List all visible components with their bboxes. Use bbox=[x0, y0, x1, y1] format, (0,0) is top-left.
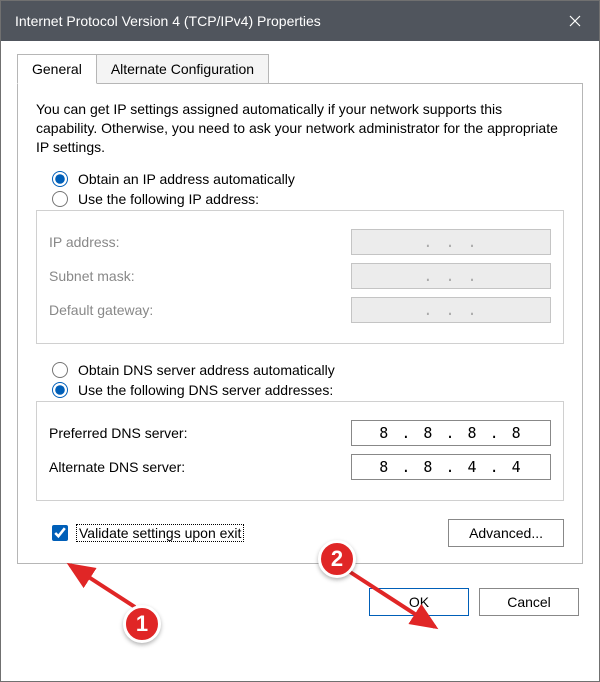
radio-ip-manual-input[interactable] bbox=[52, 191, 68, 207]
advanced-button[interactable]: Advanced... bbox=[448, 519, 564, 547]
subnet-label: Subnet mask: bbox=[49, 268, 135, 284]
gateway-label: Default gateway: bbox=[49, 302, 153, 318]
validate-label: Validate settings upon exit bbox=[76, 524, 244, 542]
ip-groupbox: IP address: . . . Subnet mask: . . . Def… bbox=[36, 210, 564, 344]
description-text: You can get IP settings assigned automat… bbox=[36, 100, 564, 157]
ok-button[interactable]: OK bbox=[369, 588, 469, 616]
radio-dns-manual-label: Use the following DNS server addresses: bbox=[78, 382, 333, 398]
preferred-dns-label: Preferred DNS server: bbox=[49, 425, 187, 441]
radio-dns-auto[interactable]: Obtain DNS server address automatically bbox=[36, 362, 564, 378]
radio-dns-auto-label: Obtain DNS server address automatically bbox=[78, 362, 335, 378]
radio-dns-auto-input[interactable] bbox=[52, 362, 68, 378]
bottom-row: Validate settings upon exit Advanced... bbox=[36, 519, 564, 547]
ip-address-label: IP address: bbox=[49, 234, 120, 250]
alternate-dns-label: Alternate DNS server: bbox=[49, 459, 185, 475]
tab-alternate[interactable]: Alternate Configuration bbox=[97, 54, 269, 84]
ip-address-row: IP address: . . . bbox=[49, 229, 551, 255]
close-icon bbox=[569, 15, 581, 27]
radio-ip-manual-label: Use the following IP address: bbox=[78, 191, 259, 207]
dialog-content: General Alternate Configuration You can … bbox=[1, 41, 599, 632]
validate-checkbox[interactable] bbox=[52, 525, 68, 541]
footer: OK Cancel bbox=[17, 588, 583, 616]
preferred-dns-input[interactable]: 8 . 8 . 8 . 8 bbox=[351, 420, 551, 446]
window-title: Internet Protocol Version 4 (TCP/IPv4) P… bbox=[15, 13, 321, 29]
gateway-row: Default gateway: . . . bbox=[49, 297, 551, 323]
tab-panel: You can get IP settings assigned automat… bbox=[17, 84, 583, 564]
radio-ip-manual[interactable]: Use the following IP address: bbox=[36, 191, 564, 207]
tabs: General Alternate Configuration bbox=[17, 53, 583, 84]
alternate-dns-row: Alternate DNS server: 8 . 8 . 4 . 4 bbox=[49, 454, 551, 480]
subnet-row: Subnet mask: . . . bbox=[49, 263, 551, 289]
tab-general[interactable]: General bbox=[17, 54, 97, 84]
subnet-input: . . . bbox=[351, 263, 551, 289]
titlebar: Internet Protocol Version 4 (TCP/IPv4) P… bbox=[1, 1, 599, 41]
ip-address-input: . . . bbox=[351, 229, 551, 255]
radio-ip-auto-label: Obtain an IP address automatically bbox=[78, 171, 295, 187]
alternate-dns-input[interactable]: 8 . 8 . 4 . 4 bbox=[351, 454, 551, 480]
close-button[interactable] bbox=[551, 1, 599, 41]
validate-settings-check[interactable]: Validate settings upon exit bbox=[36, 524, 244, 542]
gateway-input: . . . bbox=[351, 297, 551, 323]
radio-dns-manual[interactable]: Use the following DNS server addresses: bbox=[36, 382, 564, 398]
cancel-button[interactable]: Cancel bbox=[479, 588, 579, 616]
dns-groupbox: Preferred DNS server: 8 . 8 . 8 . 8 Alte… bbox=[36, 401, 564, 501]
radio-dns-manual-input[interactable] bbox=[52, 382, 68, 398]
radio-ip-auto[interactable]: Obtain an IP address automatically bbox=[36, 171, 564, 187]
dialog-window: Internet Protocol Version 4 (TCP/IPv4) P… bbox=[0, 0, 600, 682]
preferred-dns-row: Preferred DNS server: 8 . 8 . 8 . 8 bbox=[49, 420, 551, 446]
radio-ip-auto-input[interactable] bbox=[52, 171, 68, 187]
